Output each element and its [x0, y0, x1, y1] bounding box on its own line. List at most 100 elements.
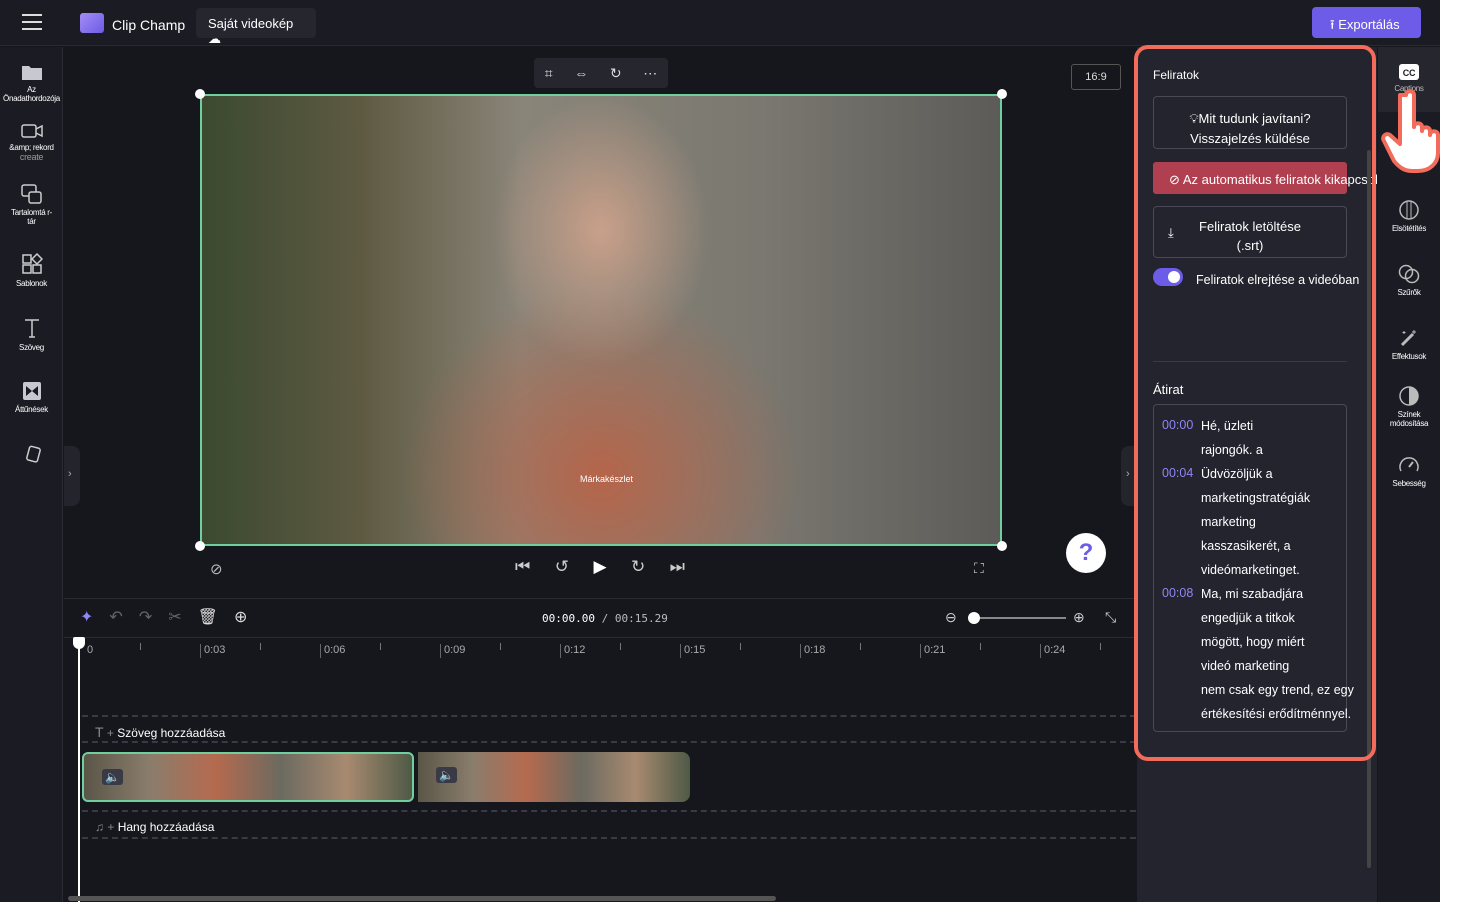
divider	[82, 741, 1136, 743]
sidebar-item-text[interactable]: Szöveg	[0, 317, 63, 352]
sidebar-item-templates[interactable]: Sablonok	[0, 253, 63, 288]
upload-icon: ⭱	[1330, 17, 1335, 32]
rail-item-label: Szűrők	[1397, 288, 1421, 297]
top-bar: Clip Champ Saját videokép ☁ ⭱ Exportálás	[0, 0, 1440, 46]
ruler-tick	[980, 643, 981, 650]
resize-handle[interactable]	[997, 89, 1007, 99]
templates-icon	[21, 253, 43, 274]
menu-icon[interactable]	[22, 14, 42, 30]
ruler-label: 0:03	[200, 644, 225, 658]
ruler-label: 0:09	[440, 644, 465, 658]
playback-controls: ⏮ ↺ ▶ ↻ ⏭	[515, 557, 685, 577]
captions-off-icon[interactable]: ⊘	[210, 560, 223, 578]
cut-icon[interactable]: ✂	[168, 607, 181, 627]
ruler-tick	[860, 643, 861, 650]
skip-start-icon[interactable]: ⏮	[515, 557, 530, 577]
add-audio-label: Hang hozzáadása	[117, 820, 215, 834]
play-icon[interactable]: ▶	[593, 557, 606, 577]
divider	[82, 810, 1136, 812]
timeline-toolbar: ✦ ↶ ↷ ✂ 🗑 ⊕	[80, 607, 247, 627]
content-library-icon	[20, 184, 42, 204]
aspect-ratio-button[interactable]: 16:9	[1071, 64, 1121, 90]
ruler-label: 0:12	[560, 644, 585, 658]
text-icon: T	[95, 724, 104, 740]
rail-item-color-adjust[interactable]: Színek módosítása	[1378, 386, 1440, 428]
ruler-tick	[1100, 643, 1101, 650]
video-clip-selected[interactable]: 🔈	[82, 752, 414, 802]
fullscreen-icon[interactable]: ⛶	[974, 560, 984, 577]
brand-kit-watermark: Márkakészlet	[580, 474, 634, 484]
resize-handle[interactable]	[195, 541, 205, 551]
expand-left-panel-button[interactable]: ›	[64, 446, 80, 506]
fit-icon[interactable]: ⇔	[574, 65, 588, 81]
sidebar-item-media[interactable]: Az Önadathordozója	[0, 63, 63, 103]
sidebar-item-record[interactable]: &amp; rekord create	[0, 123, 63, 162]
text-icon	[24, 319, 39, 338]
undo-icon[interactable]: ↶	[109, 607, 122, 627]
project-title[interactable]: Saját videokép ☁	[196, 8, 316, 46]
add-text-label: Szöveg hozzáadása	[117, 726, 226, 740]
rail-item-speed[interactable]: Sebesség	[1378, 455, 1440, 488]
ruler-tick	[380, 643, 381, 650]
sidebar-item-label: Szöveg	[19, 343, 44, 352]
music-icon: ♫	[95, 820, 104, 834]
skip-end-icon[interactable]: ⏭	[670, 557, 685, 577]
effects-icon	[1400, 330, 1416, 347]
more-icon[interactable]: ⋯	[643, 65, 657, 82]
app-name: Clip Champ	[112, 17, 186, 33]
camera-icon	[20, 124, 43, 138]
current-time: 00:00.00	[542, 612, 595, 625]
video-clip[interactable]: 🔈	[418, 752, 690, 802]
rail-item-label: Elsötétítés	[1391, 224, 1427, 233]
forward-5-icon[interactable]: ↻	[631, 557, 645, 577]
horizontal-scrollbar[interactable]	[68, 896, 776, 901]
ai-sparkle-icon[interactable]: ✦	[80, 607, 93, 627]
sidebar-item-content-library[interactable]: Tartalomtá r-tár	[0, 184, 63, 226]
playhead[interactable]	[73, 637, 85, 902]
sidebar-item-transitions[interactable]: Áttűnések	[0, 381, 63, 414]
rewind-5-icon[interactable]: ↺	[555, 557, 569, 577]
ruler-label: 0:15	[680, 644, 705, 658]
ruler-tick	[740, 643, 741, 650]
cloud-off-icon: ☁	[208, 31, 221, 46]
zoom-out-icon[interactable]: ⊖	[945, 609, 957, 626]
hand-cursor-icon	[1381, 89, 1440, 173]
speed-icon	[1399, 457, 1419, 472]
sidebar-item-label: Sablonok	[16, 279, 47, 288]
export-button[interactable]: ⭱ Exportálás	[1312, 7, 1421, 38]
rail-item-effects[interactable]: Effektusok	[1378, 328, 1440, 361]
left-sidebar: Az Önadathordozója &amp; rekord create Ta…	[0, 47, 63, 902]
help-button[interactable]: ?	[1066, 533, 1106, 573]
sidebar-item-stickers[interactable]	[0, 445, 63, 469]
rail-item-fade[interactable]: Elsötétítés	[1378, 200, 1440, 233]
sidebar-item-sublabel: create	[19, 152, 44, 162]
fit-timeline-icon[interactable]: ⤡	[1105, 609, 1116, 626]
folder-icon	[21, 66, 42, 80]
total-time: / 00:15.29	[601, 612, 668, 625]
ruler-tick	[140, 643, 141, 650]
add-audio-track[interactable]: ♫ + Hang hozzáadása	[95, 820, 214, 834]
rotate-icon[interactable]: ↻	[610, 65, 622, 82]
preview-toolbar: ⌗ ⇔ ↻ ⋯	[534, 58, 668, 88]
rail-item-label: Színek módosítása	[1389, 410, 1429, 428]
ruler-tick	[260, 643, 261, 650]
resize-handle[interactable]	[997, 541, 1007, 551]
fade-icon	[1399, 200, 1419, 220]
ruler-label: 0:24	[1040, 644, 1065, 658]
add-text-track[interactable]: T + Szöveg hozzáadása	[95, 724, 225, 740]
zoom-in-icon[interactable]: ⊕	[1073, 609, 1085, 626]
zoom-slider[interactable]	[968, 612, 1066, 624]
sidebar-item-label: Az Önadathordozója	[3, 85, 60, 103]
crop-icon[interactable]: ⌗	[545, 65, 553, 82]
rail-item-filters[interactable]: Szűrők	[1378, 264, 1440, 297]
audio-icon: 🔈	[436, 767, 457, 783]
add-media-icon[interactable]: ⊕	[234, 607, 247, 627]
resize-handle[interactable]	[195, 89, 205, 99]
sidebar-item-label: Áttűnések	[15, 405, 48, 414]
stickers-icon	[25, 445, 41, 463]
video-preview[interactable]: Márkakészlet	[200, 94, 1002, 546]
redo-icon[interactable]: ↷	[139, 607, 152, 627]
transitions-icon	[22, 382, 41, 400]
rail-item-label: Sebesség	[1392, 479, 1426, 488]
delete-icon[interactable]: 🗑	[198, 607, 218, 627]
